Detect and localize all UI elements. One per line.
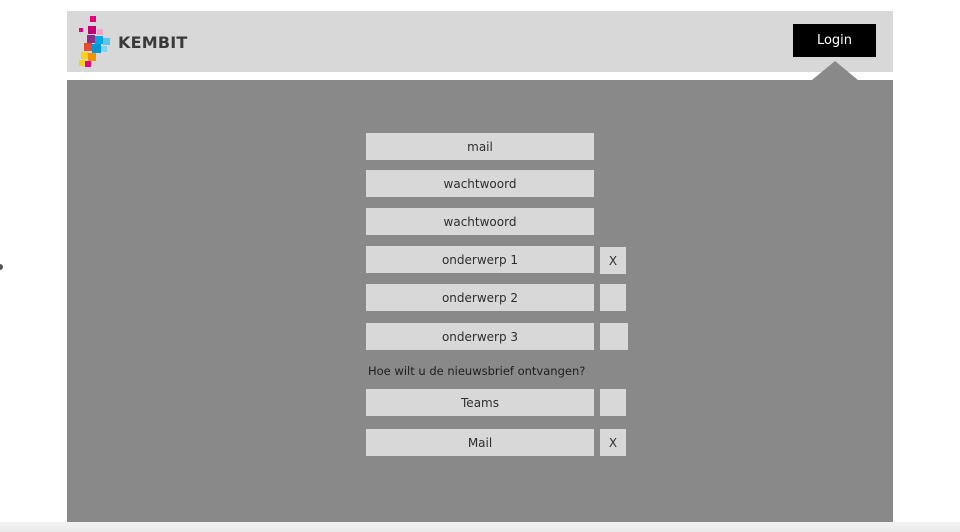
- subject-2-checkbox[interactable]: [600, 284, 626, 311]
- newsletter-teams-checkbox[interactable]: [600, 389, 626, 416]
- subject-1-checkbox[interactable]: X: [600, 247, 626, 274]
- panel-pointer: [812, 61, 858, 80]
- bottom-shadow: [0, 522, 960, 532]
- subject-2-option[interactable]: onderwerp 2: [366, 284, 594, 311]
- brand-name: KEMBIT: [118, 33, 188, 52]
- top-bar: KEMBIT Login: [67, 11, 893, 72]
- subject-1-option[interactable]: onderwerp 1: [366, 246, 594, 273]
- password-confirm-field[interactable]: wachtwoord: [366, 208, 594, 235]
- newsletter-mail-checkbox[interactable]: X: [600, 429, 626, 456]
- kembit-logo-icon: [75, 16, 111, 68]
- mail-field[interactable]: mail: [366, 133, 594, 160]
- login-button[interactable]: Login: [793, 24, 876, 57]
- edge-marker: [0, 264, 3, 270]
- newsletter-question: Hoe wilt u de nieuwsbrief ontvangen?: [368, 364, 586, 378]
- newsletter-mail-option[interactable]: Mail: [366, 429, 594, 456]
- subject-3-option[interactable]: onderwerp 3: [366, 323, 594, 350]
- subject-3-checkbox[interactable]: [600, 323, 628, 350]
- newsletter-teams-option[interactable]: Teams: [366, 389, 594, 416]
- password-field[interactable]: wachtwoord: [366, 170, 594, 197]
